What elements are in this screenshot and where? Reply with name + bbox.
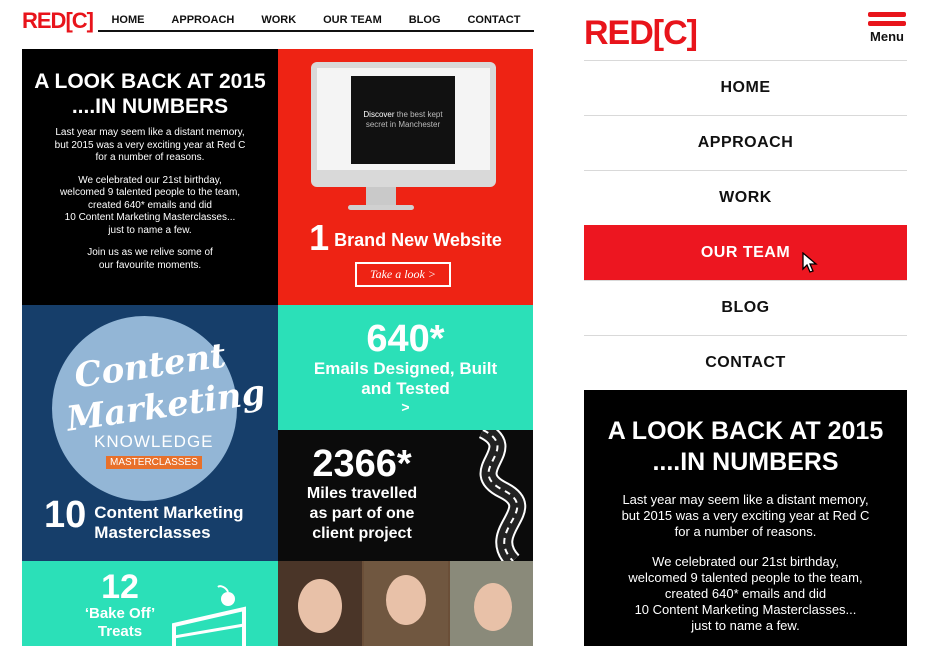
- menu-button[interactable]: Menu: [867, 12, 907, 52]
- nav-contact[interactable]: CONTACT: [467, 14, 520, 26]
- website-number: 1: [309, 217, 330, 258]
- emails-tile[interactable]: 640* Emails Designed, Built and Tested >: [278, 305, 533, 430]
- mobile-nav-contact[interactable]: CONTACT: [584, 335, 907, 390]
- menu-label: Menu: [870, 29, 904, 44]
- website-tile: Discover the best kept secret in Manches…: [278, 49, 533, 305]
- mobile-nav-blog[interactable]: BLOG: [584, 280, 907, 335]
- intro-paragraph-3: Join us as we relive some of our favouri…: [87, 247, 213, 271]
- intro-paragraph-2: We celebrated our 21st birthday, welcome…: [59, 174, 241, 236]
- mouse-pointer-icon: [802, 252, 818, 273]
- masterclass-stat: 10 Content Marketing Masterclasses: [44, 495, 244, 543]
- miles-tile[interactable]: 2366* Miles travelled as part of one cli…: [278, 430, 533, 561]
- monitor-stand: [366, 187, 396, 205]
- masterclass-tile[interactable]: Content Marketing KNOWLEDGE MASTERCLASSE…: [22, 305, 278, 561]
- hamburger-icon: [868, 12, 906, 17]
- top-navigation: HOME APPROACH WORK OUR TEAM BLOG CONTACT: [98, 10, 534, 32]
- mobile-nav-home[interactable]: HOME: [584, 60, 907, 115]
- face: [386, 575, 426, 625]
- nav-blog[interactable]: BLOG: [409, 14, 441, 26]
- masterclass-label: Content Marketing Masterclasses: [94, 503, 244, 542]
- team-photos-tile[interactable]: [278, 561, 533, 646]
- team-photo: [450, 561, 533, 646]
- nav-home[interactable]: HOME: [111, 14, 144, 26]
- winding-road-illustration: [478, 430, 527, 561]
- bake-off-number: 12: [101, 568, 139, 606]
- mobile-nav-approach[interactable]: APPROACH: [584, 115, 907, 170]
- screen-content: Discover the best kept secret in Manches…: [351, 76, 455, 164]
- mobile-intro-tile: A LOOK BACK AT 2015 ....IN NUMBERS Last …: [584, 390, 907, 646]
- monitor-screen: Discover the best kept secret in Manches…: [317, 68, 490, 170]
- nav-work[interactable]: WORK: [261, 14, 296, 26]
- nav-approach[interactable]: APPROACH: [171, 14, 234, 26]
- face: [298, 579, 342, 633]
- mobile-view: RED[C] Menu HOME APPROACH WORK OUR TEAM …: [584, 0, 907, 646]
- bake-off-tile[interactable]: 12 ‘Bake Off’ Treats: [22, 561, 278, 646]
- desktop-view: RED[C] HOME APPROACH WORK OUR TEAM BLOG …: [0, 0, 560, 646]
- face: [474, 583, 512, 631]
- desktop-monitor-illustration: Discover the best kept secret in Manches…: [311, 62, 496, 187]
- mobile-navigation: HOME APPROACH WORK OUR TEAM BLOG CONTACT: [584, 60, 907, 390]
- emails-number: 640*: [366, 318, 445, 360]
- nav-our-team[interactable]: OUR TEAM: [323, 14, 382, 26]
- emails-label: Emails Designed, Built and Tested: [313, 359, 498, 398]
- intro-title: A LOOK BACK AT 2015 ....IN NUMBERS: [34, 70, 266, 118]
- chevron-right-icon[interactable]: >: [278, 399, 533, 415]
- mobile-intro-paragraph-2: We celebrated our 21st birthday, welcome…: [628, 554, 863, 633]
- intro-paragraph-1: Last year may seem like a distant memory…: [54, 127, 246, 163]
- miles-label: Miles travelled as part of one client pr…: [306, 485, 418, 542]
- content-marketing-badge: Content Marketing KNOWLEDGE MASTERCLASSE…: [52, 316, 268, 501]
- redc-logo[interactable]: RED[C]: [584, 16, 698, 50]
- team-photo: [278, 561, 362, 646]
- take-a-look-button[interactable]: Take a look >: [355, 262, 451, 287]
- miles-number: 2366*: [312, 443, 412, 485]
- bake-off-label: ‘Bake Off’ Treats: [84, 605, 156, 640]
- monitor-stand-base: [348, 205, 414, 210]
- website-label: Brand New Website: [334, 230, 502, 250]
- mobile-intro-title: A LOOK BACK AT 2015 ....IN NUMBERS: [607, 417, 884, 476]
- redc-logo[interactable]: RED[C]: [22, 10, 94, 32]
- mobile-nav-our-team[interactable]: OUR TEAM: [584, 225, 907, 280]
- intro-tile: A LOOK BACK AT 2015 ....IN NUMBERS Last …: [22, 49, 278, 305]
- team-photo: [364, 561, 448, 646]
- miles-stat: 2366* Miles travelled as part of one cli…: [292, 444, 432, 544]
- masterclass-number: 10: [44, 494, 87, 536]
- mobile-nav-work[interactable]: WORK: [584, 170, 907, 225]
- hamburger-icon: [868, 21, 906, 26]
- website-stat: 1 Brand New Website: [278, 217, 533, 259]
- cake-slice-icon: [172, 585, 246, 646]
- bake-off-stat: 12 ‘Bake Off’ Treats: [60, 569, 180, 641]
- mobile-intro-paragraph-1: Last year may seem like a distant memory…: [621, 492, 870, 539]
